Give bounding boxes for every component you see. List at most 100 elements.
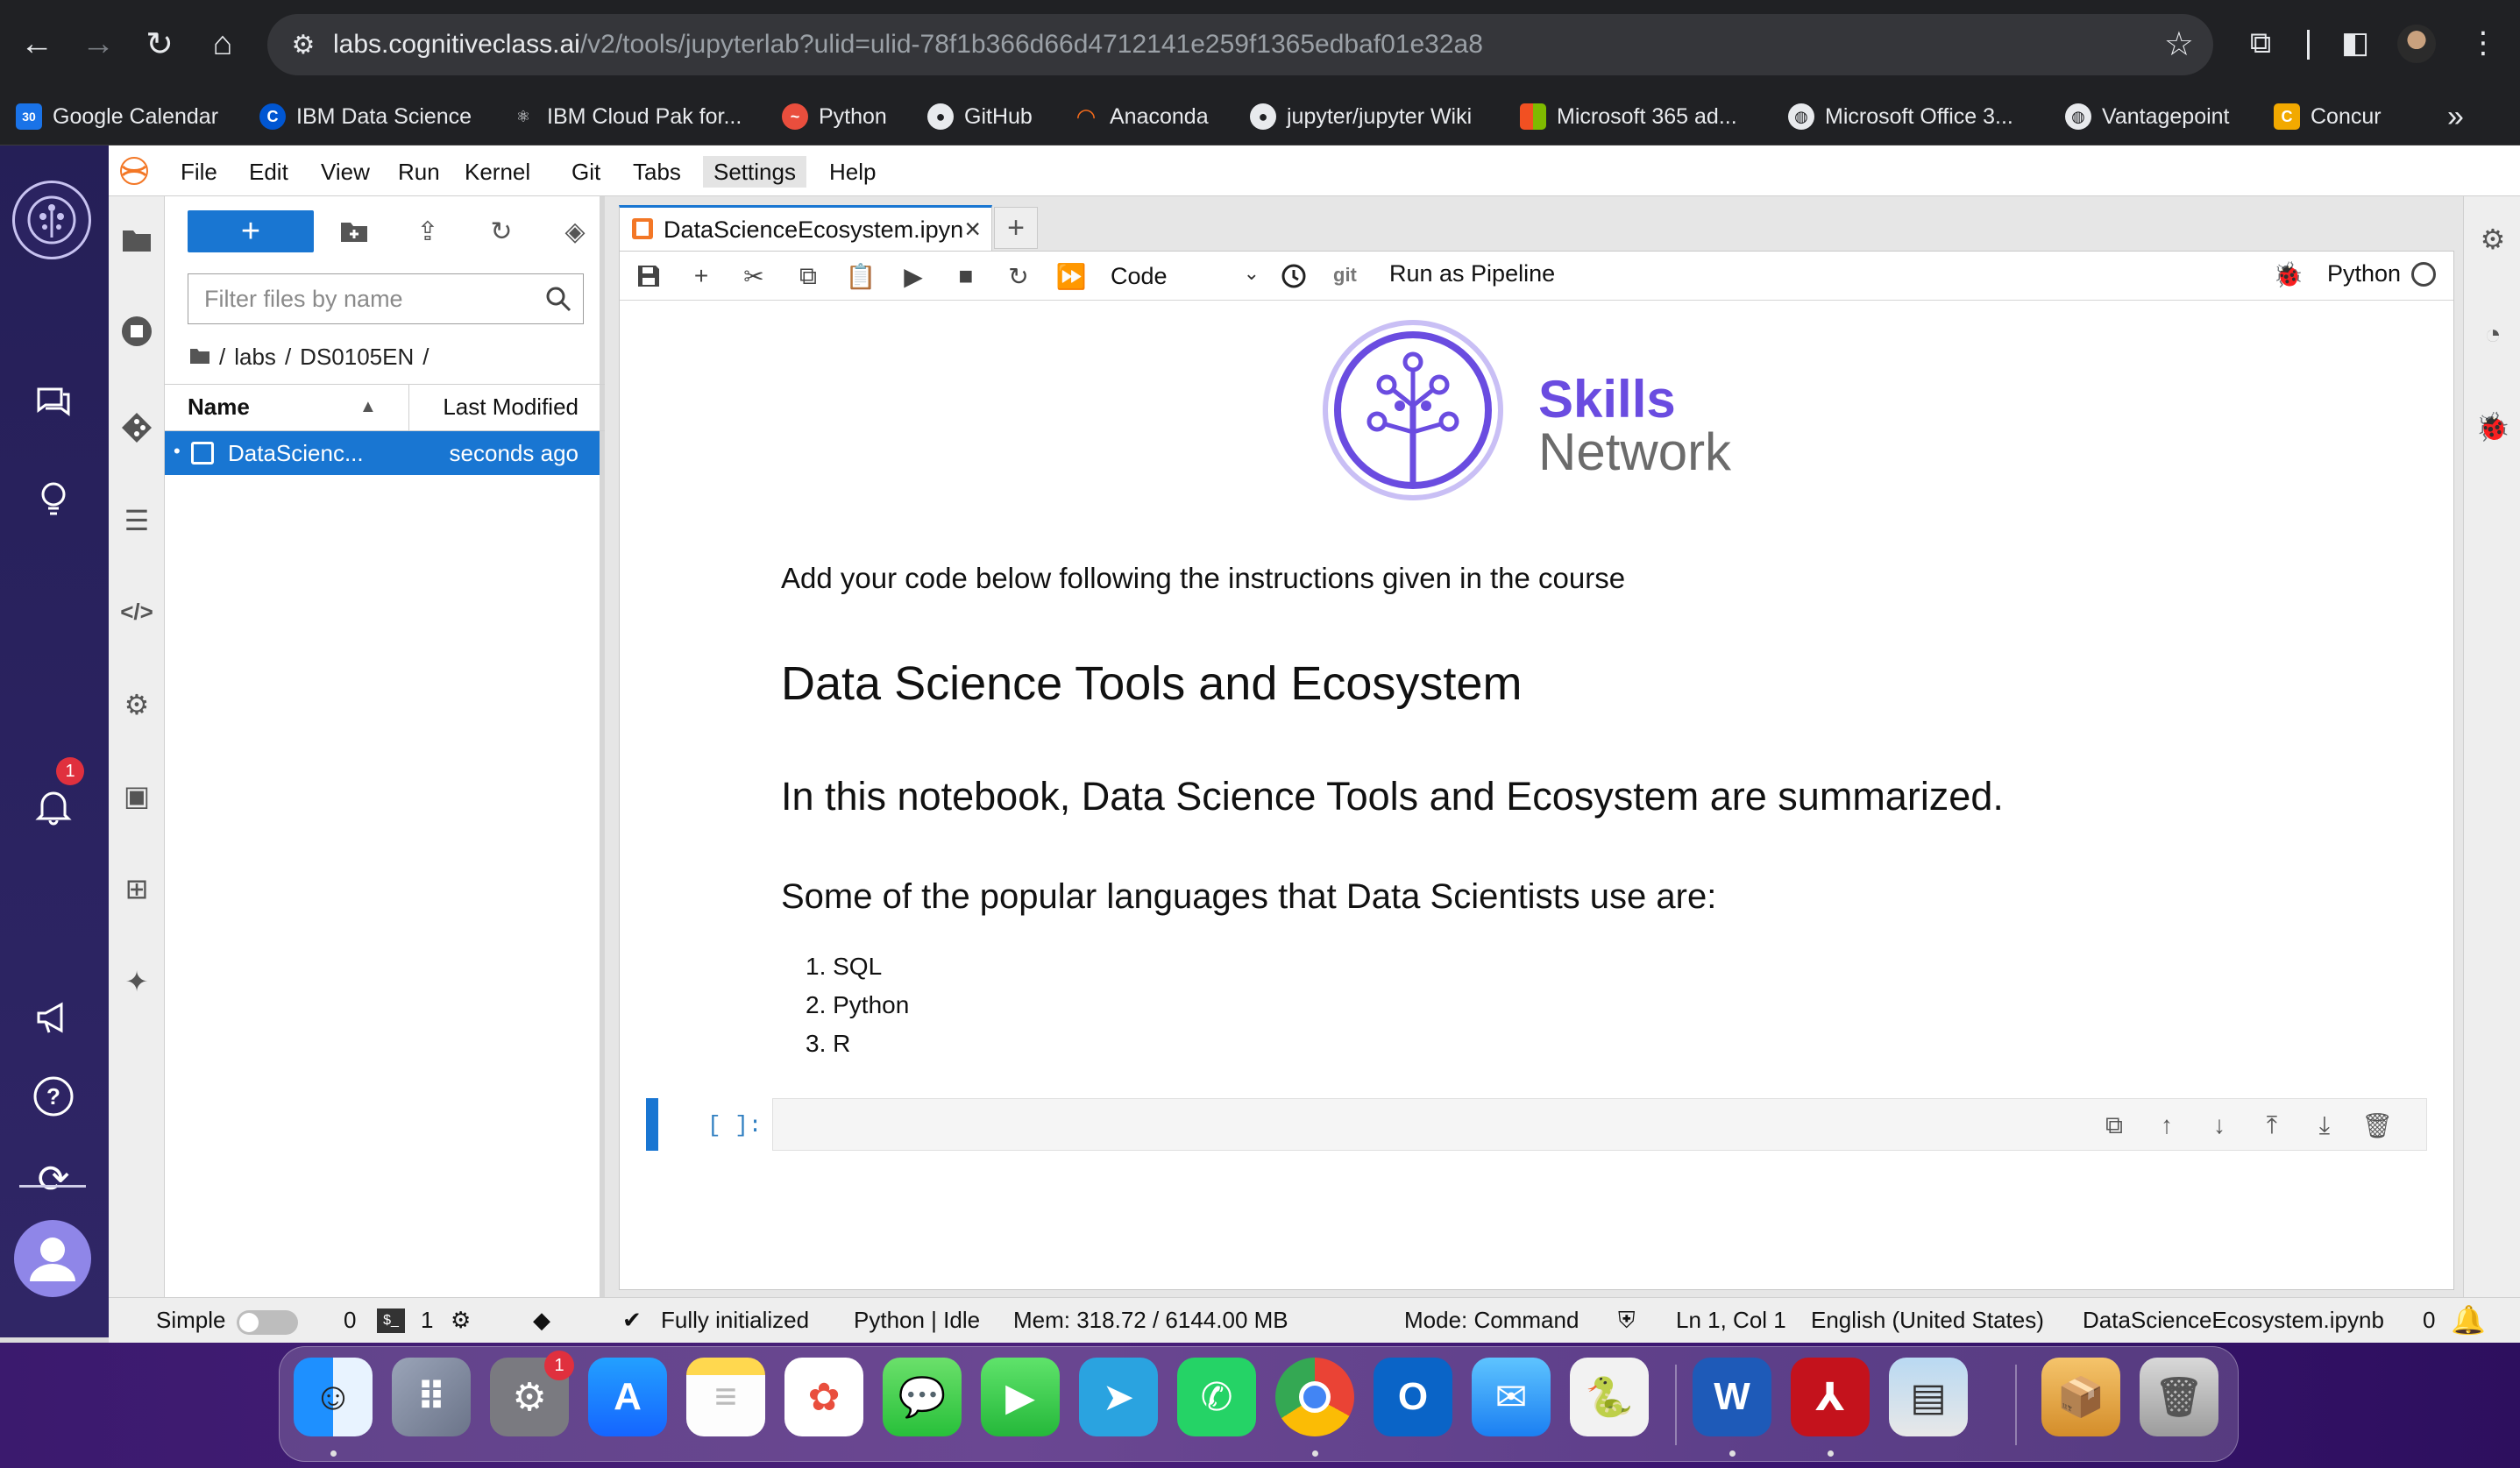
side-panel-icon[interactable]: ◧ (2335, 23, 2375, 63)
restart-kernel-icon[interactable]: ↻ (1000, 259, 1037, 294)
interrupt-kernel-icon[interactable]: ■ (948, 259, 984, 294)
skills-network-logo[interactable] (12, 181, 91, 259)
kernels-count[interactable]: 1 (421, 1307, 433, 1334)
running-stop-icon[interactable] (116, 310, 158, 352)
python-launcher-icon[interactable]: 🐍 (1570, 1358, 1649, 1436)
profile-avatar[interactable] (2397, 25, 2436, 63)
forward-icon[interactable]: → (74, 19, 123, 68)
cursor-position[interactable]: Ln 1, Col 1 (1676, 1307, 1786, 1334)
delete-cell-icon[interactable]: 🗑 (2360, 1110, 2395, 1141)
browser-menu-icon[interactable]: ⋮ (2463, 23, 2503, 63)
copy-icon[interactable]: ⧉ (790, 259, 827, 294)
whatsapp-icon[interactable]: ✆ (1177, 1358, 1256, 1436)
cell-type-select[interactable]: Code ⌄ (1111, 259, 1260, 294)
git-status-icon[interactable]: ◆ (533, 1307, 550, 1334)
mail-icon[interactable]: ✉ (1472, 1358, 1551, 1436)
menu-tabs[interactable]: Tabs (622, 156, 692, 188)
resource-usage-gauge-icon[interactable]: ◔ (2473, 314, 2513, 354)
downloads-folder-icon[interactable]: 📦 (2041, 1358, 2120, 1436)
menu-help[interactable]: Help (819, 156, 886, 188)
home-icon[interactable]: ⌂ (198, 19, 247, 68)
menu-run[interactable]: Run (387, 156, 451, 188)
facetime-icon[interactable]: ▶ (981, 1358, 1060, 1436)
run-cell-icon[interactable]: ▶ (895, 259, 932, 294)
telegram-icon[interactable]: ➤ (1079, 1358, 1158, 1436)
bookmark-ibm-data-science[interactable]: C IBM Data Science (259, 98, 472, 135)
new-launcher-button[interactable]: + (188, 210, 314, 252)
folder-icon[interactable] (116, 219, 158, 261)
bookmark-python[interactable]: ~ Python (782, 98, 887, 135)
trash-icon[interactable]: 🗑 (2140, 1358, 2218, 1436)
messages-icon[interactable]: 💬 (883, 1358, 962, 1436)
property-inspector-gears-icon[interactable]: ⚙ (2473, 219, 2513, 259)
save-icon[interactable] (630, 259, 667, 294)
puzzle-extension-icon[interactable]: ✦ (116, 961, 158, 1003)
code-snippets-icon[interactable]: </> (116, 591, 158, 633)
insert-above-icon[interactable]: ⤒ (2254, 1110, 2289, 1141)
lightbulb-icon[interactable] (26, 472, 81, 526)
duplicate-cell-icon[interactable]: ⧉ (2097, 1110, 2132, 1141)
sync-icon[interactable]: ⟳ (26, 1152, 81, 1206)
outlook-icon[interactable]: O (1374, 1358, 1452, 1436)
address-bar[interactable]: ⚙ labs.cognitiveclass.ai/v2/tools/jupyte… (267, 14, 2213, 75)
code-cell[interactable]: [ ]: ⧉ ↑ ↓ ⤒ ⤓ 🗑 (620, 1098, 2453, 1156)
bookmark-jupyter-wiki[interactable]: ● jupyter/jupyter Wiki (1250, 98, 1472, 135)
kernel-name[interactable]: Python (2327, 260, 2401, 287)
git-clone-icon[interactable]: ◈ (556, 212, 594, 251)
chat-icon[interactable] (26, 375, 81, 429)
bell-icon[interactable] (26, 778, 81, 833)
bookmark-github[interactable]: ● GitHub (927, 98, 1033, 135)
site-settings-icon[interactable]: ⚙ (285, 26, 322, 63)
bookmark-concur[interactable]: C Concur (2274, 98, 2382, 135)
menu-kernel[interactable]: Kernel (454, 156, 541, 188)
debugger-icon[interactable]: 🐞 (2473, 407, 2513, 447)
bookmark-vantagepoint[interactable]: ◍ Vantagepoint (2065, 98, 2230, 135)
home-folder-icon[interactable] (189, 344, 210, 371)
file-row[interactable]: • DataScienc... seconds ago (165, 431, 600, 475)
finder-icon[interactable]: ☺ (294, 1358, 373, 1436)
megaphone-icon[interactable] (26, 990, 81, 1045)
insert-below-icon[interactable]: ⤓ (2307, 1110, 2342, 1141)
tab-datascienceecosystem[interactable]: DataScienceEcosystem.ipyn × (619, 205, 992, 251)
help-icon[interactable]: ? (26, 1069, 81, 1124)
column-divider[interactable] (408, 385, 409, 432)
notifications-bell-icon[interactable]: 🔔 (2451, 1303, 2486, 1337)
kernel-chip-icon[interactable]: ⚙ (451, 1307, 471, 1334)
upload-icon[interactable]: ⇪ (408, 212, 447, 251)
kernel-state[interactable]: Python | Idle (854, 1307, 980, 1334)
git-icon[interactable] (116, 407, 158, 449)
simple-mode-toggle[interactable] (237, 1310, 298, 1335)
move-up-icon[interactable]: ↑ (2149, 1110, 2184, 1141)
bookmark-anaconda[interactable]: ◠ Anaconda (1073, 98, 1209, 135)
menu-file[interactable]: File (170, 156, 228, 188)
bookmark-microsoft-office[interactable]: ◍ Microsoft Office 3... (1788, 98, 2013, 135)
shield-icon[interactable]: ⛨ (1618, 1307, 1636, 1335)
photos-icon[interactable]: ✿ (784, 1358, 863, 1436)
url-text[interactable]: labs.cognitiveclass.ai/v2/tools/jupyterl… (333, 30, 1483, 60)
insert-cell-icon[interactable]: + (683, 259, 720, 294)
components-icon[interactable]: ▣ (116, 775, 158, 817)
new-folder-icon[interactable] (335, 212, 373, 251)
more-bookmarks-icon[interactable]: » (2447, 98, 2464, 135)
column-last-modified[interactable]: Last Modified (443, 394, 579, 421)
close-tab-icon[interactable]: × (964, 213, 981, 245)
bookmark-ibm-cloud-pak[interactable]: ⚛ IBM Cloud Pak for... (510, 98, 742, 135)
debugger-bug-icon[interactable]: 🐞 (2273, 260, 2303, 289)
bookmark-google-calendar[interactable]: 30 Google Calendar (16, 98, 218, 135)
clock-history-icon[interactable] (1275, 259, 1312, 294)
cut-icon[interactable]: ✂ (735, 259, 772, 294)
app-store-icon[interactable]: A (588, 1358, 667, 1436)
menu-settings[interactable]: Settings (703, 156, 806, 188)
menu-git[interactable]: Git (561, 156, 611, 188)
refresh-icon[interactable]: ↻ (482, 212, 521, 251)
bookmark-star-icon[interactable]: ☆ (2164, 25, 2194, 64)
move-down-icon[interactable]: ↓ (2202, 1110, 2237, 1141)
code-cell-input[interactable]: ⧉ ↑ ↓ ⤒ ⤓ 🗑 (772, 1098, 2427, 1151)
table-of-contents-icon[interactable]: ☰ (116, 500, 158, 542)
breadcrumb-ds0105en[interactable]: DS0105EN (300, 344, 414, 371)
run-as-pipeline-button[interactable]: Run as Pipeline (1389, 260, 1555, 287)
restart-run-all-icon[interactable]: ⏩ (1053, 259, 1090, 294)
word-icon[interactable]: W (1693, 1358, 1771, 1436)
terminals-count[interactable]: 0 (344, 1307, 356, 1334)
chrome-icon[interactable] (1275, 1358, 1354, 1436)
